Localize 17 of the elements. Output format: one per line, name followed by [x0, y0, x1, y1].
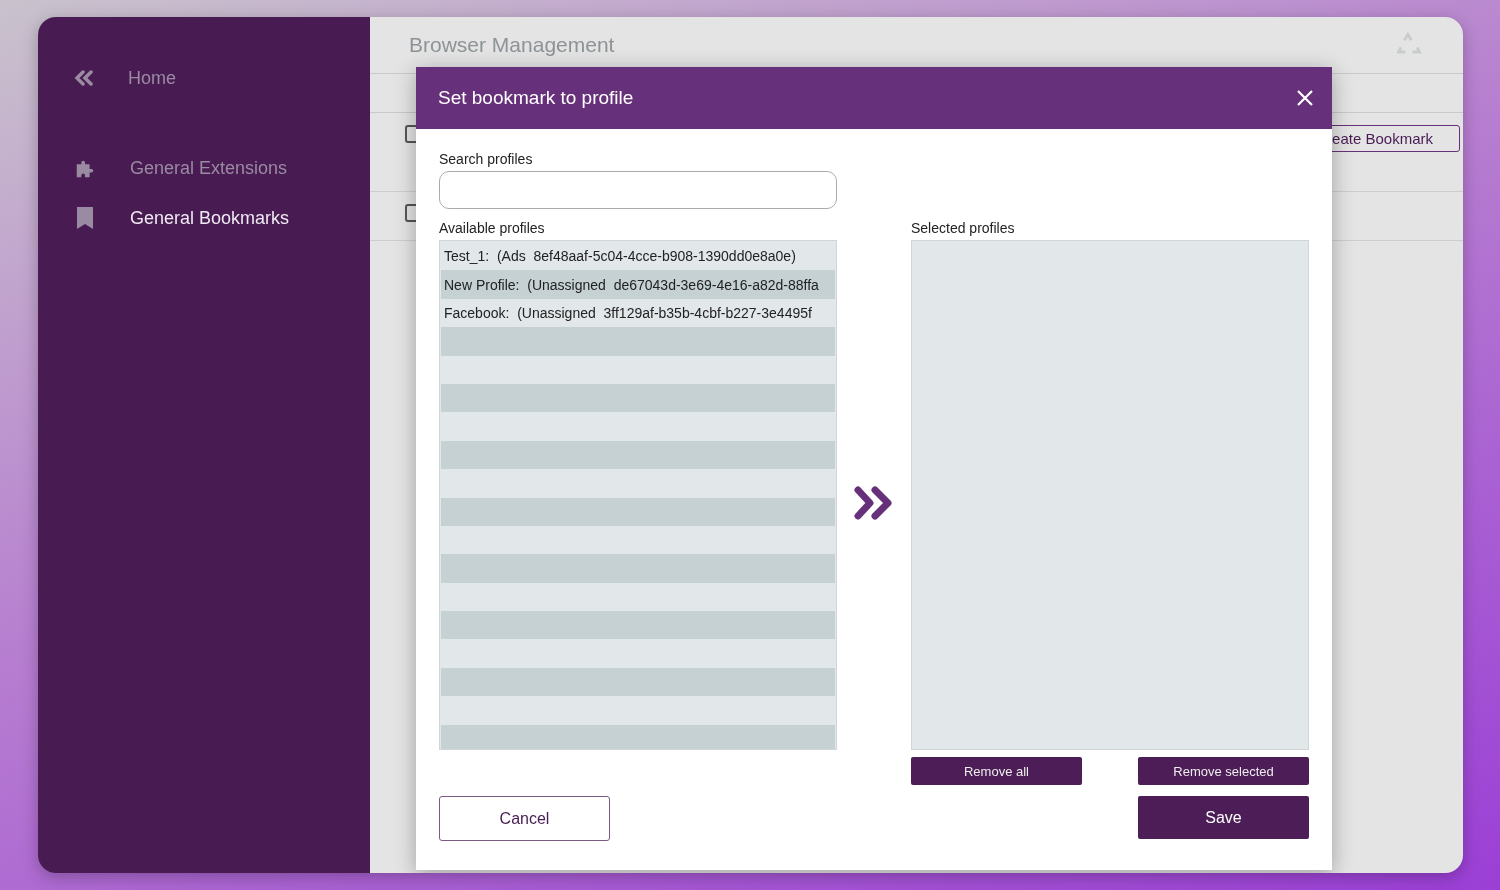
dialog-title: Set bookmark to profile: [438, 87, 634, 109]
move-right-icon[interactable]: [853, 485, 895, 520]
sidebar-item[interactable]: General Bookmarks: [130, 207, 290, 229]
save-button[interactable]: Save: [1138, 796, 1309, 839]
remove-selected-button[interactable]: Remove selected: [1138, 757, 1309, 785]
selected-label: Selected profiles: [911, 220, 1016, 236]
collapse-icon[interactable]: [74, 70, 94, 86]
page-title: Browser Management: [409, 33, 615, 57]
sidebar-item[interactable]: General Extensions: [130, 157, 288, 179]
cancel-button[interactable]: Cancel: [439, 796, 610, 841]
bookmark-icon: [74, 206, 96, 230]
remove-all-button[interactable]: Remove all: [911, 757, 1082, 785]
profile-item[interactable]: New Profile: (Unassigned de67043d-3e69-4e16-a82d-88ffa: [441, 270, 835, 299]
search-field[interactable]: [439, 171, 837, 209]
search-label: Search profiles: [439, 151, 534, 167]
available-label: Available profiles: [439, 220, 546, 236]
home-link[interactable]: Home: [128, 67, 176, 89]
